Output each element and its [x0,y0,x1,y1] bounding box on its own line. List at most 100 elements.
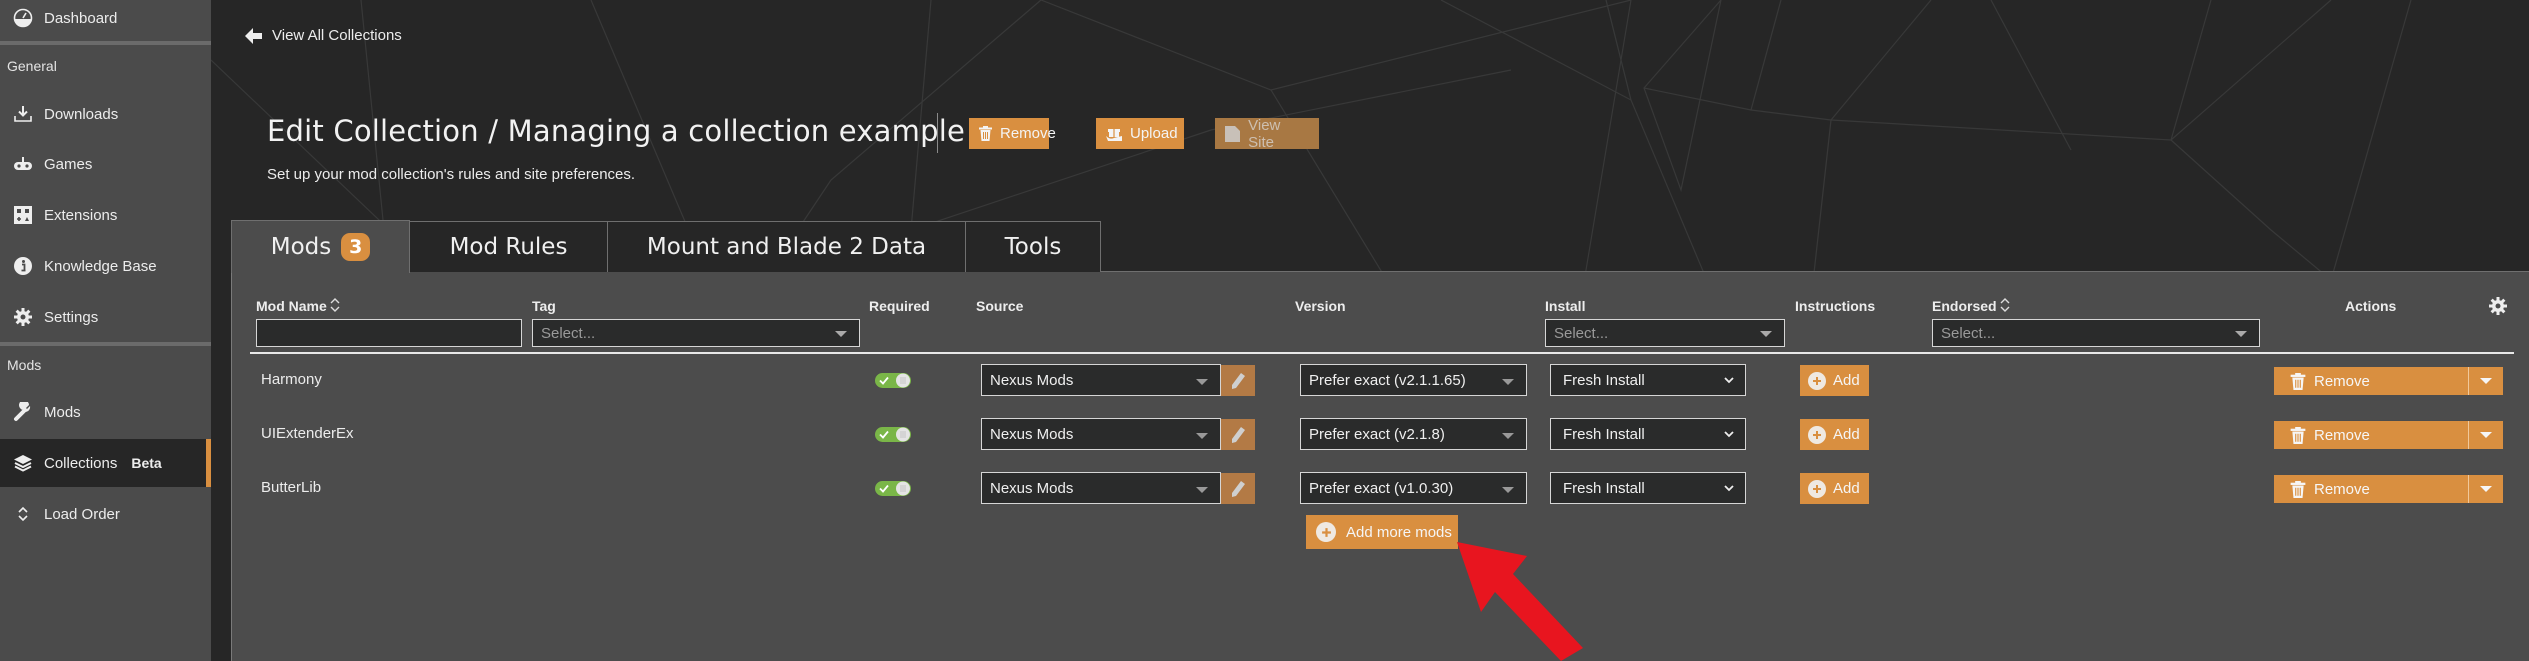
sidebar-item-label: Mods [44,403,81,421]
version-select[interactable]: Prefer exact (v2.1.8) [1300,418,1527,450]
tab-mods[interactable]: Mods 3 [231,220,410,273]
table-header-divider [250,352,2514,354]
source-select[interactable]: Nexus Mods [981,418,1221,450]
chevron-down-icon [1724,377,1734,384]
sidebar-item-collections-label: Collections [44,454,118,472]
required-toggle[interactable] [875,427,911,442]
gear-icon [12,306,34,328]
tab-mod-rules[interactable]: Mod Rules [409,221,608,272]
mod-name: ButterLib [261,479,322,496]
sidebar-item-label: Extensions [44,206,118,224]
tab-tools-label: Tools [1004,234,1062,260]
back-link[interactable]: View All Collections [245,27,402,44]
back-link-label: View All Collections [272,27,402,44]
source-select[interactable]: Nexus Mods [981,472,1221,504]
sidebar-item-dashboard[interactable]: Dashboard [0,0,211,41]
required-toggle[interactable] [875,373,911,388]
remove-collection-button[interactable]: Remove [969,118,1056,149]
edit-source-button[interactable] [1221,473,1255,504]
sidebar-item-label: Dashboard [44,9,118,27]
tab-mount-and-blade-2-data[interactable]: Mount and Blade 2 Data [607,221,966,272]
view-site-label: View Site [1248,116,1281,151]
caret-down-icon [2480,432,2492,438]
endorsed-filter-select[interactable]: Select... [1932,319,2260,347]
sidebar-item-load-order[interactable]: Load Order [0,491,211,537]
extensions-icon [12,204,34,226]
install-select[interactable]: Fresh Install [1550,364,1746,396]
info-icon [12,255,34,277]
page-title: Edit Collection / Managing a collection … [267,114,966,148]
remove-mod-label: Remove [2314,480,2370,498]
tab-mod-rules-label: Mod Rules [449,234,568,260]
table-settings-gear-icon[interactable] [2488,296,2508,316]
caret-down-icon [1760,331,1772,337]
install-filter-select[interactable]: Select... [1545,319,1785,347]
plus-circle-icon [1808,425,1826,444]
version-value: Prefer exact (v2.1.8) [1309,425,1445,443]
add-instructions-label: Add [1833,372,1860,389]
add-instructions-button[interactable]: Add [1800,419,1869,450]
mod-name-filter-input[interactable] [256,319,522,347]
caret-down-icon [1196,487,1208,493]
remove-options-dropdown[interactable] [2469,475,2503,503]
tab-tools[interactable]: Tools [965,221,1101,272]
sort-icon [330,298,340,315]
column-header-mod-name[interactable]: Mod Name [256,298,340,315]
version-select[interactable]: Prefer exact (v1.0.30) [1300,472,1527,504]
sidebar-divider [0,41,211,45]
sidebar-item-label: Games [44,155,93,173]
install-value: Fresh Install [1563,425,1645,443]
remove-mod-button[interactable]: Remove [2274,475,2469,503]
download-icon [12,103,34,125]
version-select[interactable]: Prefer exact (v2.1.1.65) [1300,364,1527,396]
caret-down-icon [1196,379,1208,385]
remove-mod-button[interactable]: Remove [2274,367,2469,395]
add-more-mods-label: Add more mods [1346,523,1452,541]
sidebar-item-label: Collections Beta [44,455,162,472]
sidebar-item-games[interactable]: Games [0,141,211,187]
upload-gift-icon [1106,126,1122,142]
remove-mod-button[interactable]: Remove [2274,421,2469,449]
upload-button[interactable]: Upload [1096,118,1184,149]
install-value: Fresh Install [1563,371,1645,389]
plus-circle-icon [1316,522,1336,542]
add-instructions-button[interactable]: Add [1800,473,1869,504]
sidebar-item-label: Load Order [44,505,120,523]
remove-options-dropdown[interactable] [2469,421,2503,449]
sidebar-item-extensions[interactable]: Extensions [0,192,211,238]
sidebar-item-knowledge-base[interactable]: Knowledge Base [0,243,211,289]
sidebar-section-mods: Mods [7,357,42,373]
caret-down-icon [835,331,847,337]
edit-source-button[interactable] [1221,419,1255,450]
remove-options-dropdown[interactable] [2469,367,2503,395]
tag-filter-select[interactable]: Select... [532,319,860,347]
beta-badge: Beta [131,454,162,471]
trash-icon [2290,480,2306,498]
install-value: Fresh Install [1563,479,1645,497]
sidebar-item-downloads[interactable]: Downloads [0,91,211,137]
sidebar-item-mods[interactable]: Mods [0,389,211,435]
sidebar-item-collections[interactable]: Collections Beta [0,439,211,487]
column-header-actions: Actions [2345,298,2397,314]
remove-mod-button-group: Remove [2274,367,2503,395]
edit-source-button[interactable] [1221,365,1255,396]
column-header-endorsed[interactable]: Endorsed [1932,298,2010,315]
plus-circle-icon [1808,479,1826,498]
version-value: Prefer exact (v1.0.30) [1309,479,1454,497]
sort-icon [2000,298,2010,315]
sidebar-item-settings[interactable]: Settings [0,294,211,340]
install-select[interactable]: Fresh Install [1550,472,1746,504]
column-header-label: Mod Name [256,298,327,314]
chevron-down-icon [1724,431,1734,438]
source-select[interactable]: Nexus Mods [981,364,1221,396]
view-site-button[interactable]: View Site [1215,116,1319,151]
caret-down-icon [1502,487,1514,493]
gamepad-icon [12,153,34,175]
add-more-mods-button[interactable]: Add more mods [1306,515,1458,549]
sidebar-item-label: Knowledge Base [44,257,157,275]
add-instructions-label: Add [1833,480,1860,497]
title-separator [937,113,938,153]
required-toggle[interactable] [875,481,911,496]
add-instructions-button[interactable]: Add [1800,365,1869,396]
install-select[interactable]: Fresh Install [1550,418,1746,450]
